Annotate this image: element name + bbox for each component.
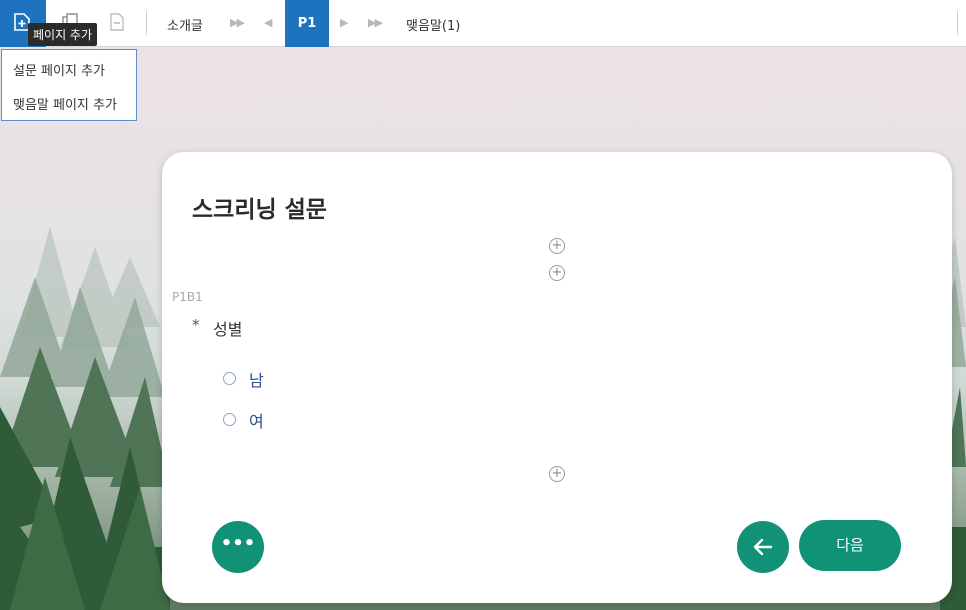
option-label[interactable]: 남 [249, 367, 264, 391]
add-page-menu: 설문 페이지 추가 맺음말 페이지 추가 [1, 49, 137, 121]
current-page-tab[interactable]: P1 [285, 0, 329, 47]
add-page-tooltip: 페이지 추가 [28, 23, 98, 46]
next-button[interactable]: 다음 [799, 520, 901, 571]
intro-page-link[interactable]: 소개글 [167, 15, 203, 34]
required-mark: * [192, 316, 200, 334]
radio-option-male[interactable] [223, 372, 236, 385]
add-block-icon[interactable]: + [549, 466, 565, 482]
toolbar-divider [146, 11, 147, 35]
closing-page-link[interactable]: 맺음말(1) [406, 15, 460, 34]
add-block-icon[interactable]: + [549, 238, 565, 254]
survey-title[interactable]: 스크리닝 설문 [192, 190, 327, 224]
add-block-icon[interactable]: + [549, 265, 565, 281]
remove-page-icon [110, 13, 124, 31]
survey-card: 스크리닝 설문 + + P1B1 * 성별 남 여 + ••• 다음 [162, 152, 952, 603]
remove-page-button[interactable] [110, 13, 124, 35]
radio-option-female[interactable] [223, 413, 236, 426]
page-toolbar: 소개글 ▶▶ ◀ P1 ▶ ▶▶ 맺음말(1) [0, 0, 966, 47]
last-page-icon[interactable]: ▶▶ [368, 16, 383, 29]
menu-item-add-survey-page[interactable]: 설문 페이지 추가 [13, 60, 105, 79]
first-page-icon[interactable]: ▶▶ [230, 16, 245, 29]
prev-page-icon[interactable]: ◀ [264, 16, 273, 29]
toolbar-divider-right [957, 11, 958, 35]
back-button[interactable] [737, 521, 789, 573]
question-id: P1B1 [172, 290, 203, 304]
option-label[interactable]: 여 [249, 408, 264, 432]
question-text[interactable]: 성별 [213, 316, 242, 340]
menu-item-add-closing-page[interactable]: 맺음말 페이지 추가 [13, 94, 117, 113]
more-options-button[interactable]: ••• [212, 521, 264, 573]
arrow-left-icon [753, 538, 773, 556]
next-page-icon[interactable]: ▶ [340, 16, 349, 29]
